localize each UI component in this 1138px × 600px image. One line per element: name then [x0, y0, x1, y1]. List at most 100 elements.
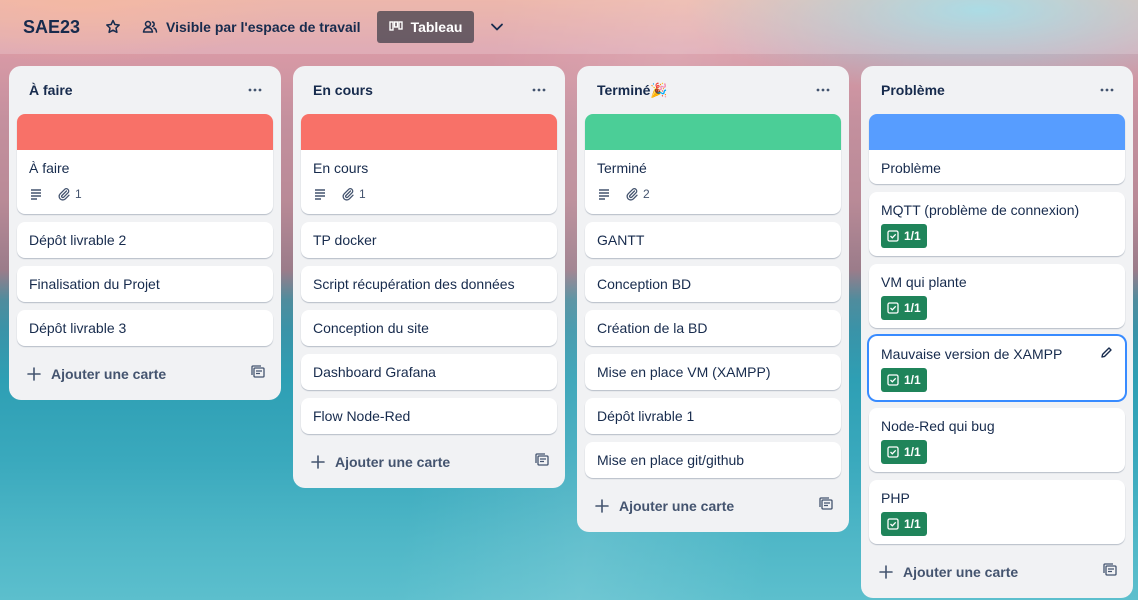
card[interactable]: GANTT: [585, 222, 841, 258]
card-title: Problème: [881, 160, 941, 176]
add-card-button[interactable]: Ajouter une carte: [585, 486, 841, 526]
visibility-button[interactable]: Visible par l'espace de travail: [142, 19, 361, 35]
checklist-badge: 1/1: [881, 512, 927, 536]
list-menu-icon[interactable]: [1097, 80, 1117, 100]
checklist-count: 1/1: [904, 373, 921, 387]
template-icon[interactable]: [819, 496, 833, 516]
card-title: Conception du site: [313, 320, 429, 336]
add-card-button[interactable]: Ajouter une carte: [17, 354, 273, 394]
checkbox-icon: [887, 518, 899, 530]
card-title: Dépôt livrable 1: [597, 408, 695, 424]
star-icon[interactable]: [102, 16, 124, 38]
card-title: Mise en place git/github: [597, 452, 745, 468]
card[interactable]: Conception BD: [585, 266, 841, 302]
checklist-count: 1/1: [904, 445, 921, 459]
add-card-button[interactable]: Ajouter une carte: [869, 552, 1125, 592]
template-icon[interactable]: [251, 364, 265, 384]
card[interactable]: Flow Node-Red: [301, 398, 557, 434]
checkbox-icon: [887, 446, 899, 458]
card[interactable]: Problème: [869, 114, 1125, 184]
card-title: Mise en place VM (XAMPP): [597, 364, 771, 380]
list-menu-icon[interactable]: [245, 80, 265, 100]
card[interactable]: Dashboard Grafana: [301, 354, 557, 390]
chevron-down-icon[interactable]: [486, 16, 508, 38]
card[interactable]: Node-Red qui bug 1/1: [869, 408, 1125, 472]
card-title: Node-Red qui bug: [881, 418, 995, 434]
card[interactable]: En cours 1: [301, 114, 557, 214]
card[interactable]: Mise en place VM (XAMPP): [585, 354, 841, 390]
list-title[interactable]: Terminé🎉: [597, 82, 668, 99]
list-title[interactable]: À faire: [29, 82, 73, 98]
list-menu-icon[interactable]: [529, 80, 549, 100]
card[interactable]: MQTT (problème de connexion) 1/1: [869, 192, 1125, 256]
list-menu-icon[interactable]: [813, 80, 833, 100]
add-card-label: Ajouter une carte: [51, 366, 167, 382]
description-icon: [313, 188, 331, 200]
card-cover: [17, 114, 273, 150]
paperclip-icon: [626, 188, 638, 201]
pencil-icon[interactable]: [1100, 346, 1113, 364]
add-card-label: Ajouter une carte: [903, 564, 1019, 580]
card-title: Flow Node-Red: [313, 408, 411, 424]
card-cover: [869, 114, 1125, 150]
list-title[interactable]: En cours: [313, 82, 373, 98]
card[interactable]: Création de la BD: [585, 310, 841, 346]
list-title[interactable]: Problème: [881, 82, 945, 98]
card-title: MQTT (problème de connexion): [881, 202, 1080, 218]
card[interactable]: Conception du site: [301, 310, 557, 346]
card[interactable]: VM qui plante 1/1: [869, 264, 1125, 328]
card-title: Dashboard Grafana: [313, 364, 436, 380]
view-switcher-button[interactable]: Tableau: [376, 11, 475, 43]
plus-icon: [879, 565, 893, 579]
card-title: Finalisation du Projet: [29, 276, 160, 292]
card[interactable]: Terminé 2: [585, 114, 841, 214]
checklist-badge: 1/1: [881, 224, 927, 248]
checklist-badge: 1/1: [881, 440, 927, 464]
card[interactable]: TP docker: [301, 222, 557, 258]
card[interactable]: Dépôt livrable 1: [585, 398, 841, 434]
checkbox-icon: [887, 374, 899, 386]
card-title: Conception BD: [597, 276, 692, 292]
checklist-badge: 1/1: [881, 368, 927, 392]
card-title: En cours: [313, 160, 369, 176]
attachment-badge: 1: [57, 187, 82, 201]
card-title: Dépôt livrable 3: [29, 320, 127, 336]
checkbox-icon: [887, 230, 899, 242]
paperclip-icon: [58, 188, 70, 201]
template-icon[interactable]: [1103, 562, 1117, 582]
attachment-count: 1: [359, 187, 366, 201]
card-title: VM qui plante: [881, 274, 967, 290]
card-title: Création de la BD: [597, 320, 708, 336]
add-card-label: Ajouter une carte: [619, 498, 735, 514]
card[interactable]: Dépôt livrable 3: [17, 310, 273, 346]
card-title: Script récupération des données: [313, 276, 515, 292]
checkbox-icon: [887, 302, 899, 314]
card-selected[interactable]: Mauvaise version de XAMPP 1/1: [869, 336, 1125, 400]
board-title[interactable]: SAE23: [23, 17, 80, 38]
checklist-count: 1/1: [904, 229, 921, 243]
card-cover: [301, 114, 557, 150]
list-a-faire: À faire À faire 1 Dépôt livrable 2 Final…: [9, 66, 281, 400]
card[interactable]: PHP 1/1: [869, 480, 1125, 544]
card-title: Dépôt livrable 2: [29, 232, 127, 248]
plus-icon: [311, 455, 325, 469]
add-card-button[interactable]: Ajouter une carte: [301, 442, 557, 482]
template-icon[interactable]: [535, 452, 549, 472]
list-probleme: Problème Problème MQTT (problème de conn…: [861, 66, 1133, 598]
plus-icon: [27, 367, 41, 381]
board-header: SAE23 Visible par l'espace de travail Ta…: [0, 0, 1138, 54]
paperclip-icon: [342, 188, 354, 201]
card-title: GANTT: [597, 232, 645, 248]
list-termine: Terminé🎉 Terminé 2 GANTT Conception BD C…: [577, 66, 849, 532]
card-title: Mauvaise version de XAMPP: [881, 346, 1063, 362]
card-cover: [585, 114, 841, 150]
card-title: À faire: [29, 160, 70, 176]
card[interactable]: Dépôt livrable 2: [17, 222, 273, 258]
card[interactable]: À faire 1: [17, 114, 273, 214]
card[interactable]: Mise en place git/github: [585, 442, 841, 478]
list-en-cours: En cours En cours 1 TP docker Script réc…: [293, 66, 565, 488]
visibility-label: Visible par l'espace de travail: [166, 19, 361, 35]
card[interactable]: Script récupération des données: [301, 266, 557, 302]
card[interactable]: Finalisation du Projet: [17, 266, 273, 302]
checklist-badge: 1/1: [881, 296, 927, 320]
